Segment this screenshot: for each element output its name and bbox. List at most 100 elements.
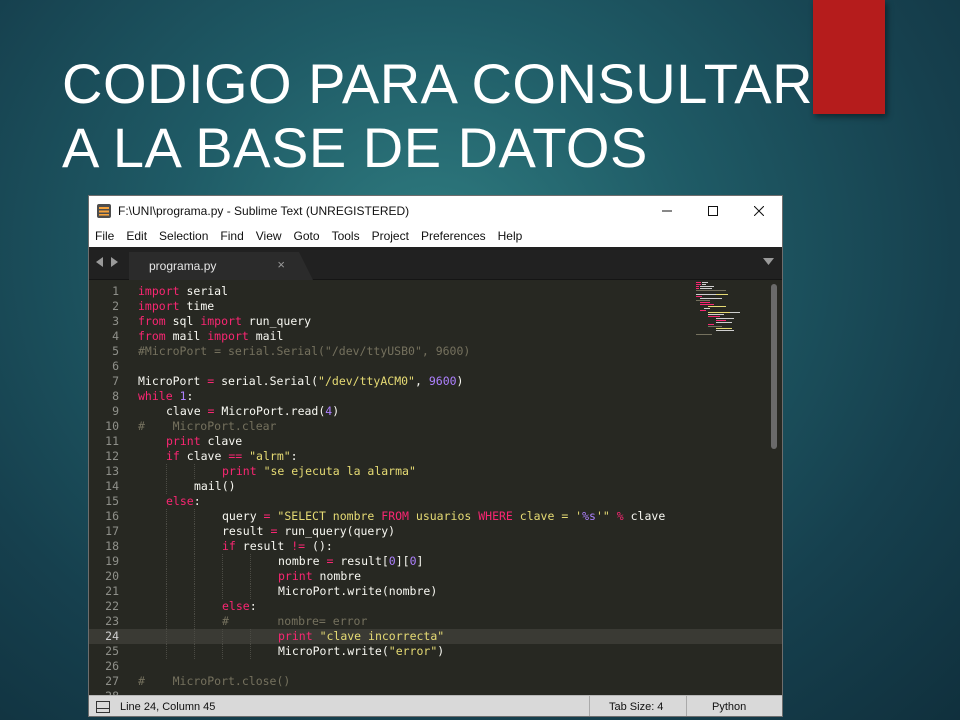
code-editor[interactable]: 1 import serial 2 import time 3 from sql impo… bbox=[89, 280, 782, 695]
code-line[interactable]: 18 if result != (): bbox=[89, 539, 782, 554]
line-number: 27 bbox=[105, 674, 119, 688]
code-text: else: bbox=[166, 494, 201, 509]
menu-view[interactable]: View bbox=[250, 229, 288, 243]
code-line[interactable]: 26 bbox=[89, 659, 782, 674]
menu-file[interactable]: File bbox=[89, 229, 120, 243]
code-line[interactable]: 5 #MicroPort = serial.Serial("/dev/ttyUSB… bbox=[89, 344, 782, 359]
indent-guide bbox=[166, 539, 167, 554]
line-number: 16 bbox=[105, 509, 119, 523]
syntax-selector[interactable]: Python bbox=[712, 701, 746, 713]
code-line[interactable]: 9 clave = MicroPort.read(4) bbox=[89, 404, 782, 419]
code-token: mail() bbox=[194, 479, 236, 493]
indent-guide bbox=[250, 554, 251, 569]
close-button[interactable] bbox=[736, 196, 782, 226]
code-line[interactable]: 7 MicroPort = serial.Serial("/dev/ttyACM0… bbox=[89, 374, 782, 389]
code-text: print nombre bbox=[278, 569, 361, 584]
code-token: if bbox=[222, 539, 236, 553]
code-token: time bbox=[186, 299, 215, 313]
code-line[interactable]: 10 # MicroPort.clear bbox=[89, 419, 782, 434]
code-line[interactable]: 27 # MicroPort.close() bbox=[89, 674, 782, 689]
code-text: mail() bbox=[194, 479, 236, 494]
cursor-position[interactable]: Line 24, Column 45 bbox=[120, 701, 215, 713]
indent-guide bbox=[166, 644, 167, 659]
menu-find[interactable]: Find bbox=[214, 229, 249, 243]
code-token: if bbox=[166, 449, 180, 463]
indent-guide bbox=[194, 644, 195, 659]
code-text: query = "SELECT nombre FROM usuarios WHE… bbox=[222, 509, 665, 524]
indent-guide bbox=[166, 524, 167, 539]
code-token: MicroPort bbox=[138, 374, 208, 388]
code-line[interactable]: 12 if clave == "alrm": bbox=[89, 449, 782, 464]
code-line[interactable]: 4 from mail import mail bbox=[89, 329, 782, 344]
code-line[interactable]: 8 while 1: bbox=[89, 389, 782, 404]
code-token: "/dev/ttyACM0" bbox=[318, 374, 415, 388]
code-token: import bbox=[138, 284, 187, 298]
tab-next-arrow-icon[interactable] bbox=[110, 256, 119, 268]
console-panel-icon[interactable] bbox=[96, 701, 110, 713]
maximize-button[interactable] bbox=[690, 196, 736, 226]
minimize-button[interactable] bbox=[644, 196, 690, 226]
menu-goto[interactable]: Goto bbox=[288, 229, 326, 243]
tab-size-selector[interactable]: Tab Size: 4 bbox=[609, 701, 663, 713]
indent-guide bbox=[250, 569, 251, 584]
code-token: : bbox=[186, 389, 194, 403]
code-line[interactable]: 20 print nombre bbox=[89, 569, 782, 584]
code-line[interactable]: 22 else: bbox=[89, 599, 782, 614]
code-line[interactable]: 24 print "clave incorrecta" bbox=[89, 629, 782, 644]
indent-guide bbox=[194, 464, 195, 479]
window-titlebar[interactable]: F:\UNI\programa.py - Sublime Text (UNREG… bbox=[89, 196, 782, 226]
code-text: clave = MicroPort.read(4) bbox=[166, 404, 339, 419]
code-text: while 1: bbox=[138, 389, 193, 404]
menu-tools[interactable]: Tools bbox=[326, 229, 366, 243]
code-token: sql bbox=[172, 314, 201, 328]
code-text: # MicroPort.clear bbox=[138, 419, 276, 434]
close-icon bbox=[754, 206, 764, 216]
code-line[interactable]: 15 else: bbox=[89, 494, 782, 509]
code-token: clave bbox=[166, 404, 208, 418]
minimize-icon bbox=[662, 210, 672, 212]
indent-guide bbox=[166, 629, 167, 644]
code-token: : bbox=[249, 599, 257, 613]
tab-dropdown-icon[interactable] bbox=[763, 257, 774, 266]
line-number: 9 bbox=[112, 404, 119, 418]
code-line[interactable]: 19 nombre = result[0][0] bbox=[89, 554, 782, 569]
menu-selection[interactable]: Selection bbox=[153, 229, 214, 243]
code-token: result[ bbox=[333, 554, 389, 568]
indent-guide bbox=[166, 554, 167, 569]
menu-help[interactable]: Help bbox=[492, 229, 529, 243]
tab-programa-py[interactable]: programa.py × bbox=[129, 252, 313, 280]
code-line[interactable]: 21 MicroPort.write(nombre) bbox=[89, 584, 782, 599]
code-token: clave bbox=[623, 509, 666, 523]
menu-preferences[interactable]: Preferences bbox=[415, 229, 492, 243]
indent-guide bbox=[194, 539, 195, 554]
code-token: ] bbox=[416, 554, 424, 568]
line-number: 17 bbox=[105, 524, 119, 538]
code-text: else: bbox=[222, 599, 257, 614]
code-line[interactable]: 6 bbox=[89, 359, 782, 374]
code-line[interactable]: 14 mail() bbox=[89, 479, 782, 494]
code-line[interactable]: 11 print clave bbox=[89, 434, 782, 449]
code-line[interactable]: 23 # nombre= error bbox=[89, 614, 782, 629]
code-token: run_query bbox=[248, 314, 312, 328]
code-line[interactable]: 25 MicroPort.write("error") bbox=[89, 644, 782, 659]
status-bar: Line 24, Column 45 Tab Size: 4 Python bbox=[89, 695, 782, 716]
code-line[interactable]: 3 from sql import run_query bbox=[89, 314, 782, 329]
code-line[interactable]: 1 import serial bbox=[89, 284, 782, 299]
code-token: serial bbox=[186, 284, 229, 298]
code-line[interactable]: 16 query = "SELECT nombre FROM usuarios W… bbox=[89, 509, 782, 524]
tab-close-icon[interactable]: × bbox=[277, 257, 285, 272]
code-token: while bbox=[138, 389, 173, 403]
code-token: import bbox=[200, 314, 249, 328]
menu-project[interactable]: Project bbox=[366, 229, 415, 243]
code-line[interactable]: 17 result = run_query(query) bbox=[89, 524, 782, 539]
menu-edit[interactable]: Edit bbox=[120, 229, 153, 243]
tab-prev-arrow-icon[interactable] bbox=[95, 256, 104, 268]
code-token: clave bbox=[200, 434, 243, 448]
code-line[interactable]: 13 print "se ejecuta la alarma" bbox=[89, 464, 782, 479]
line-number: 18 bbox=[105, 539, 119, 553]
code-text: import serial bbox=[138, 284, 228, 299]
code-token: else bbox=[166, 494, 194, 508]
code-line[interactable]: 2 import time bbox=[89, 299, 782, 314]
